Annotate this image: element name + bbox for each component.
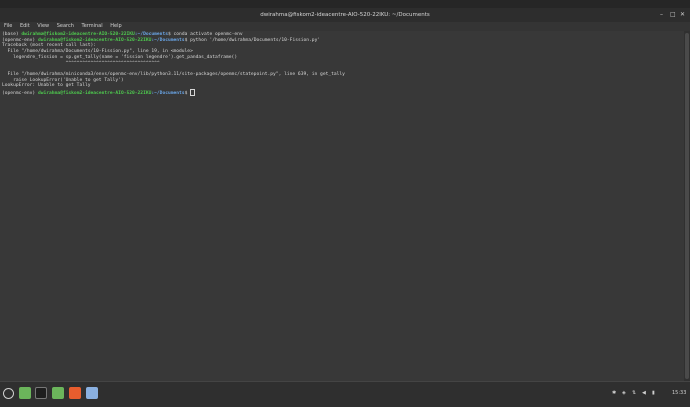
clock[interactable]: 15:33: [672, 390, 686, 396]
minimize-button[interactable]: –: [660, 11, 663, 18]
menu-edit[interactable]: Edit: [20, 23, 30, 29]
terminal-window: dwirahma@fiskom2-ideacentre-AIO-520-22IK…: [0, 0, 690, 382]
window-title: dwirahma@fiskom2-ideacentre-AIO-520-22IK…: [0, 8, 690, 22]
battery-icon[interactable]: ▮: [652, 390, 655, 396]
menu-bar: File Edit View Search Terminal Help: [0, 22, 690, 31]
top-strip: [0, 0, 690, 8]
files-icon[interactable]: [19, 387, 31, 399]
maximize-button[interactable]: □: [670, 11, 676, 18]
shield-icon[interactable]: ◈: [622, 390, 626, 396]
mint-menu-icon[interactable]: [3, 388, 14, 399]
bluetooth-icon[interactable]: ✱: [612, 390, 616, 396]
scrollbar[interactable]: [684, 31, 690, 381]
network-icon[interactable]: ⇅: [632, 390, 636, 396]
menu-file[interactable]: File: [4, 23, 12, 29]
menu-help[interactable]: Help: [110, 23, 121, 29]
close-button[interactable]: ✕: [680, 11, 685, 18]
menu-terminal[interactable]: Terminal: [82, 23, 103, 29]
menu-search[interactable]: Search: [57, 23, 74, 29]
scrollbar-thumb[interactable]: [685, 33, 689, 379]
terminal-output[interactable]: (base) dwirahma@fiskom2-ideacentre-AIO-5…: [0, 31, 686, 382]
volume-icon[interactable]: ◀: [642, 390, 646, 396]
folder-icon[interactable]: [52, 387, 64, 399]
menu-view[interactable]: View: [37, 23, 49, 29]
cursor: [190, 89, 196, 97]
terminal-icon[interactable]: [35, 387, 47, 399]
app-icon-2[interactable]: [86, 387, 98, 399]
terminal-line: (openmc-env) dwirahma@fiskom2-ideacentre…: [2, 89, 686, 97]
taskbar: ✱ ◈ ⇅ ◀ ▮ 15:33: [0, 381, 690, 407]
app-icon[interactable]: [69, 387, 81, 399]
